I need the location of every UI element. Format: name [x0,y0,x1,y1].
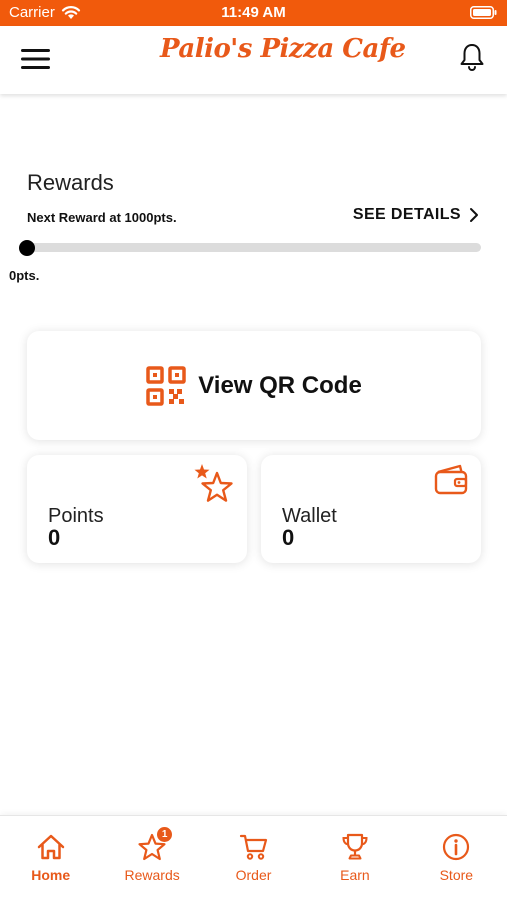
tab-rewards[interactable]: 1 Rewards [101,816,202,900]
see-details-link[interactable]: SEE DETAILS [353,206,479,224]
tab-order[interactable]: Order [203,816,304,900]
home-icon [37,834,64,860]
tab-order-label: Order [235,867,272,883]
wallet-value: 0 [282,525,295,550]
cart-icon [239,834,267,860]
points-card[interactable]: Points 0 [27,455,247,563]
tab-earn[interactable]: Earn [304,816,405,900]
brand-logo: Palio's Pizza Cafe [160,34,406,64]
qr-code-icon [146,365,186,406]
tab-store[interactable]: Store [406,816,507,900]
menu-icon[interactable] [21,48,50,70]
rewards-progress-bar [26,243,481,252]
view-qr-code-button[interactable]: View QR Code [27,331,481,440]
rewards-badge: 1 [157,827,173,842]
bottom-tab-bar: Home 1 Rewards Order Earn Store [0,815,507,900]
star-icon [194,464,233,502]
trophy-icon [342,833,368,860]
wallet-card[interactable]: Wallet 0 [261,455,481,563]
status-time: 11:49 AM [221,4,286,21]
app-header: Palio's Pizza Cafe [0,26,507,94]
tab-home[interactable]: Home [0,816,101,900]
wallet-icon [434,464,468,495]
chevron-right-icon [470,208,478,222]
progress-knob [19,240,35,256]
tab-store-label: Store [439,867,474,883]
battery-icon [470,6,497,19]
rewards-title: Rewards [27,170,114,195]
info-icon [443,833,470,861]
tab-home-label: Home [31,867,71,883]
bell-icon[interactable] [459,42,485,72]
tab-earn-label: Earn [340,867,370,883]
points-value: 0 [48,525,61,550]
next-reward-text: Next Reward at 1000pts. [27,210,177,225]
view-qr-code-label: View QR Code [198,371,362,399]
see-details-label: SEE DETAILS [352,206,461,223]
status-bar: Carrier 11:49 AM [0,0,507,26]
tab-rewards-label: Rewards [124,867,180,883]
current-points-label: 0pts. [9,268,40,283]
